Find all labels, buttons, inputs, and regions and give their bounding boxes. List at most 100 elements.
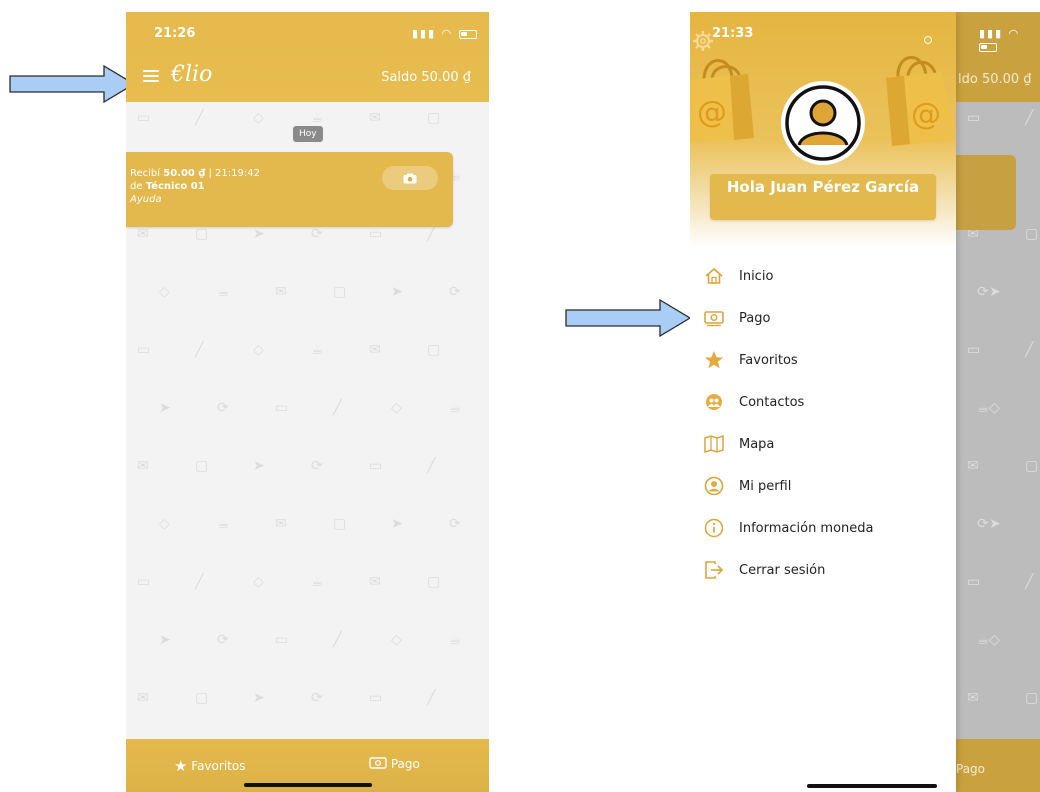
tab-favoritos[interactable]: ★ Favoritos bbox=[174, 757, 245, 775]
pattern-glyph: ◇ bbox=[989, 632, 1000, 648]
screenshot-canvas: ▭╱◇☕✉▢➤⟳▭╱◇☕✉▢➤⟳▭╱◇☕✉▢➤⟳▭╱◇☕✉▢➤⟳▭╱◇☕✉▢➤⟳… bbox=[0, 0, 1040, 792]
pattern-glyph: ➤ bbox=[159, 632, 171, 648]
menu-label: Contactos bbox=[739, 395, 805, 410]
menu-item-contactos[interactable]: Contactos bbox=[690, 382, 956, 424]
dimmed-pago-label: Pago bbox=[956, 762, 986, 776]
drawer-header: 21:33 @ @ Hola Juan Pérez García bbox=[690, 12, 956, 247]
pattern-glyph: ➤ bbox=[253, 226, 265, 242]
message-from-line: de Técnico 01 bbox=[130, 181, 205, 192]
pattern-glyph: ╱ bbox=[1025, 110, 1034, 126]
pattern-glyph: ✉ bbox=[137, 458, 149, 474]
menu-label: Cerrar sesión bbox=[739, 563, 826, 578]
pattern-glyph: ⟳ bbox=[311, 690, 323, 706]
signal-icon: ▮▮▮ bbox=[412, 27, 437, 40]
menu-item-favoritos[interactable]: Favoritos bbox=[690, 340, 956, 382]
status-time: 21:33 bbox=[712, 26, 754, 41]
annotation-arrow-pago bbox=[565, 298, 692, 338]
annotation-arrow-menu bbox=[9, 64, 136, 104]
menu-label: Mi perfil bbox=[739, 479, 792, 494]
pattern-glyph: ☕ bbox=[217, 284, 230, 300]
pattern-glyph: ▭ bbox=[369, 458, 383, 474]
received-message-card[interactable]: Recibí 50.00 ₫ | 21:19:42 de Técnico 01 … bbox=[126, 152, 453, 227]
pattern-glyph: ◇ bbox=[253, 342, 264, 358]
pattern-glyph: ☕ bbox=[977, 632, 990, 648]
home-indicator bbox=[244, 783, 372, 787]
pattern-glyph: ╱ bbox=[427, 690, 436, 706]
home-indicator bbox=[807, 784, 937, 788]
pattern-glyph: ▭ bbox=[967, 574, 981, 590]
pattern-glyph: ✉ bbox=[369, 342, 381, 358]
home-icon bbox=[705, 267, 723, 284]
pattern-glyph: ▭ bbox=[137, 574, 151, 590]
pattern-glyph: ⟳ bbox=[217, 632, 229, 648]
menu-label: Favoritos bbox=[739, 353, 798, 368]
pattern-glyph: ☕ bbox=[977, 400, 990, 416]
pattern-glyph: ✉ bbox=[369, 574, 381, 590]
info-icon bbox=[704, 518, 724, 538]
pattern-glyph: ☕ bbox=[311, 574, 324, 590]
menu-item-mapa[interactable]: Mapa bbox=[690, 424, 956, 466]
pattern-glyph: ╱ bbox=[195, 110, 204, 126]
pattern-glyph: ☕ bbox=[217, 516, 230, 532]
pattern-glyph: ▢ bbox=[195, 226, 209, 242]
battery-icon bbox=[458, 29, 477, 39]
pattern-glyph: ⟳ bbox=[977, 284, 989, 300]
pattern-glyph: ☕ bbox=[311, 110, 324, 126]
pattern-glyph: ▢ bbox=[427, 342, 441, 358]
pattern-glyph: ◇ bbox=[159, 284, 170, 300]
pattern-glyph: ➤ bbox=[159, 400, 171, 416]
pattern-glyph: ▢ bbox=[195, 458, 209, 474]
pattern-glyph: ➤ bbox=[989, 284, 1001, 300]
phone-chat-screen: ▭ ╱ ◇ ☕ ✉ ▢ ➤ ⟳ ▭ ╱ ◇ ☕ ✉ ▢ ➤ ⟳ ▭ ╱ ◇ ☕ ✉ ▢ ➤ ⟳ ▭ ╱ ◇ ☕ ✉ ▢ ➤ ⟳ ▭ ╱ ◇ ☕ ✉ ▢ ➤ ⟳… bbox=[126, 12, 489, 792]
pattern-glyph: ✉ bbox=[275, 284, 287, 300]
pattern-glyph: ➤ bbox=[391, 516, 403, 532]
pattern-glyph: ☕ bbox=[449, 400, 462, 416]
menu-label: Mapa bbox=[739, 437, 775, 452]
menu-item-inicio[interactable]: Inicio bbox=[690, 256, 956, 298]
pattern-glyph: ✉ bbox=[967, 690, 979, 706]
menu-item-informacion-moneda[interactable]: Información moneda bbox=[690, 508, 956, 550]
menu-item-pago[interactable]: Pago bbox=[690, 298, 956, 340]
wifi-icon: ◠ bbox=[1008, 27, 1021, 40]
dimmed-header bbox=[956, 12, 1040, 102]
pattern-glyph: ◇ bbox=[391, 632, 402, 648]
pattern-glyph: ⟳ bbox=[311, 226, 323, 242]
pattern-glyph: ▢ bbox=[195, 690, 209, 706]
pattern-glyph: ▢ bbox=[427, 110, 441, 126]
hamburger-menu-button[interactable] bbox=[143, 70, 159, 82]
pattern-glyph: ╱ bbox=[333, 632, 342, 648]
pattern-glyph: ⟳ bbox=[217, 400, 229, 416]
pattern-glyph: ╱ bbox=[195, 342, 204, 358]
pattern-glyph: ➤ bbox=[391, 284, 403, 300]
menu-label: Información moneda bbox=[739, 521, 874, 536]
wifi-icon: ◠ bbox=[441, 27, 454, 40]
pattern-glyph: ✉ bbox=[275, 516, 287, 532]
status-icons: ▮▮▮ ◠ bbox=[979, 27, 1040, 53]
navigation-drawer: 21:33 @ @ Hola Juan Pérez García Inicio … bbox=[690, 12, 956, 792]
menu-item-cerrar-sesion[interactable]: Cerrar sesión bbox=[690, 550, 956, 592]
tab-pago[interactable]: Pago bbox=[369, 757, 420, 771]
contacts-icon bbox=[706, 394, 722, 410]
message-amount-line: Recibí 50.00 ₫ | 21:19:42 bbox=[130, 168, 260, 179]
pattern-glyph: ▢ bbox=[1025, 458, 1039, 474]
pattern-glyph: ▭ bbox=[967, 110, 981, 126]
pattern-glyph: ◇ bbox=[253, 574, 264, 590]
pattern-glyph: ✉ bbox=[967, 458, 979, 474]
pattern-glyph: ➤ bbox=[253, 690, 265, 706]
greeting-banner: Hola Juan Pérez García bbox=[710, 174, 936, 220]
banknote-icon bbox=[369, 757, 387, 769]
pattern-glyph: ◇ bbox=[391, 400, 402, 416]
pattern-glyph: ⟳ bbox=[449, 284, 461, 300]
pattern-glyph: ╱ bbox=[427, 458, 436, 474]
battery-icon bbox=[979, 42, 997, 52]
pattern-glyph: ◇ bbox=[989, 400, 1000, 416]
app-header: 21:26 ▮▮▮ ◠ €lio Saldo 50.00 ₫ bbox=[126, 12, 489, 102]
pattern-glyph: ⟳ bbox=[311, 458, 323, 474]
star-icon: ★ bbox=[174, 757, 188, 775]
pattern-glyph: ☕ bbox=[449, 632, 462, 648]
menu-item-mi-perfil[interactable]: Mi perfil bbox=[690, 466, 956, 508]
map-icon bbox=[704, 434, 724, 454]
pattern-glyph: ▢ bbox=[333, 284, 347, 300]
camera-button[interactable] bbox=[382, 166, 438, 190]
logout-icon bbox=[705, 561, 724, 579]
